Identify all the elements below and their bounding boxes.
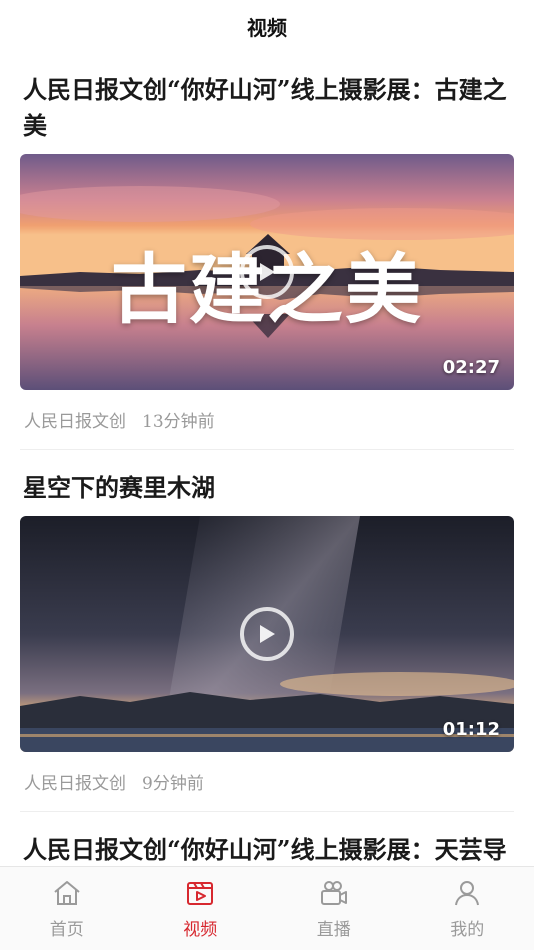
home-icon [54,881,80,905]
video-time: 13分钟前 [142,412,215,432]
video-duration: 02:27 [442,357,500,378]
tab-me[interactable]: 我的 [401,867,534,950]
video-feed[interactable]: 人民日报文创“你好山河”线上摄影展：古建之美 古建之美 02:27 人民日报文创… [0,52,534,866]
video-title[interactable]: 人民日报文创“你好山河”线上摄影展：古建之美 [20,52,514,154]
video-time: 9分钟前 [142,774,204,794]
play-icon [260,263,275,281]
tab-label: 视频 [183,920,218,940]
camera-icon [320,881,347,905]
video-source: 人民日报文创 [24,412,126,432]
video-meta: 人民日报文创 9分钟前 [20,752,514,812]
video-duration: 01:12 [442,719,500,740]
video-meta: 人民日报文创 13分钟前 [20,390,514,450]
play-icon [260,625,275,643]
video-title[interactable]: 人民日报文创“你好山河”线上摄影展：天芸导广 [20,812,514,866]
bottom-tab-bar: 首页 视频 直播 我的 [0,866,534,950]
video-card[interactable]: 人民日报文创“你好山河”线上摄影展：古建之美 古建之美 02:27 人民日报文创… [0,52,534,450]
play-button[interactable] [240,245,294,299]
page-title: 视频 [247,15,287,40]
play-button[interactable] [240,607,294,661]
video-icon [187,882,214,905]
tab-label: 首页 [49,920,84,940]
tab-video[interactable]: 视频 [134,867,268,950]
video-card[interactable]: 星空下的赛里木湖 01:12 人民日报文创 9分钟前 [0,450,534,812]
user-icon [455,881,480,906]
tab-label: 我的 [450,920,485,940]
tab-label: 直播 [316,920,351,940]
video-source: 人民日报文创 [24,774,126,794]
video-card[interactable]: 人民日报文创“你好山河”线上摄影展：天芸导广 [0,812,534,866]
video-thumbnail[interactable]: 01:12 [20,516,514,752]
tab-home[interactable]: 首页 [0,867,134,950]
video-title[interactable]: 星空下的赛里木湖 [20,450,514,516]
video-thumbnail[interactable]: 古建之美 02:27 [20,154,514,390]
top-header: 视频 [0,0,534,52]
tab-live[interactable]: 直播 [267,867,401,950]
